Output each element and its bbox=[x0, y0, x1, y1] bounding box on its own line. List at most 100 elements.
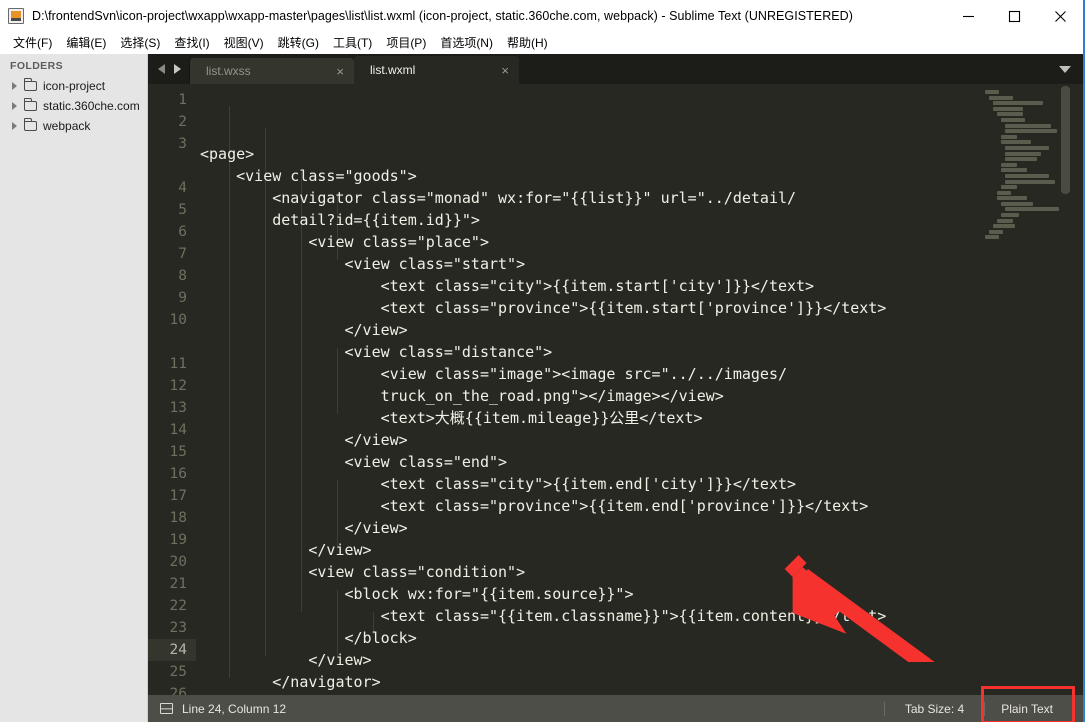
syntax-button[interactable]: Plain Text bbox=[981, 686, 1075, 722]
tab-size-button[interactable]: Tab Size: 4 bbox=[885, 695, 984, 722]
code-line-text: </view> bbox=[200, 431, 408, 449]
close-icon[interactable]: × bbox=[322, 65, 344, 78]
code-line-text: <text>大概{{item.mileage}}公里</text> bbox=[200, 409, 703, 427]
sidebar-heading: FOLDERS bbox=[10, 60, 63, 72]
menu-item-file[interactable]: 文件(F) bbox=[6, 35, 59, 51]
code-line[interactable]: </navigator> bbox=[200, 671, 1083, 693]
code-line[interactable]: <view class="distance"> bbox=[200, 341, 1083, 363]
line-number: 3 bbox=[178, 136, 187, 152]
code-line[interactable]: <view class="place"> bbox=[200, 231, 1083, 253]
tab-list-wxss[interactable]: list.wxss × bbox=[189, 58, 354, 84]
code-line[interactable]: <block wx:for="{{item.source}}"> bbox=[200, 583, 1083, 605]
code-content[interactable]: <page> <view class="goods"> <navigator c… bbox=[196, 84, 1083, 695]
tab-label: list.wxss bbox=[206, 64, 251, 78]
code-line[interactable]: <text>大概{{item.mileage}}公里</text> bbox=[200, 407, 1083, 429]
folder-label: icon-project bbox=[43, 79, 106, 93]
code-line-text: <text class="{{item.classname}}">{{item.… bbox=[200, 607, 887, 625]
line-number: 17 bbox=[169, 488, 187, 504]
code-line[interactable]: <text class="city">{{item.end['city']}}<… bbox=[200, 473, 1083, 495]
code-line[interactable]: <view class="end"> bbox=[200, 451, 1083, 473]
code-line[interactable]: </view> bbox=[200, 429, 1083, 451]
sidebar-item-static-360che[interactable]: static.360che.com bbox=[0, 96, 147, 116]
menu-item-help[interactable]: 帮助(H) bbox=[500, 35, 555, 51]
editor-pane: list.wxss × list.wxml × 123 4 5 6 7 8 9 10 11 1… bbox=[148, 54, 1083, 722]
menu-item-selection[interactable]: 选择(S) bbox=[113, 35, 167, 51]
line-number: 2 bbox=[178, 114, 187, 130]
code-line[interactable]: <view class="condition"> bbox=[200, 561, 1083, 583]
folder-icon bbox=[23, 97, 37, 111]
code-line[interactable]: </view> bbox=[200, 319, 1083, 341]
code-line[interactable]: <text class="province">{{item.end['provi… bbox=[200, 495, 1083, 517]
folder-icon bbox=[23, 77, 37, 91]
code-line-text: </navigator> bbox=[200, 673, 381, 691]
code-line[interactable]: <view class="image"><image src="../../im… bbox=[200, 363, 1083, 385]
line-number: 9 bbox=[178, 290, 187, 306]
close-icon[interactable] bbox=[1037, 0, 1083, 32]
code-line[interactable]: </block> bbox=[200, 627, 1083, 649]
code-line-text: </view> bbox=[200, 519, 408, 537]
code-line[interactable]: truck_on_the_road.png"></image></view> bbox=[200, 385, 1083, 407]
line-number: 16 bbox=[169, 466, 187, 482]
code-line[interactable]: <text class="province">{{item.start['pro… bbox=[200, 297, 1083, 319]
status-left: Line 24, Column 12 bbox=[148, 702, 286, 716]
menu-item-find[interactable]: 查找(I) bbox=[167, 35, 216, 51]
code-line-text: <view class="distance"> bbox=[200, 343, 553, 361]
code-line-text: </view> bbox=[200, 651, 372, 669]
folder-label: static.360che.com bbox=[43, 99, 140, 113]
cursor-position[interactable]: Line 24, Column 12 bbox=[182, 702, 286, 716]
line-number: 20 bbox=[169, 554, 187, 570]
status-bar: Line 24, Column 12 Tab Size: 4 Plain Tex… bbox=[148, 686, 1083, 722]
line-number: 26 bbox=[169, 686, 187, 695]
code-line-text: <text class="city">{{item.end['city']}}<… bbox=[200, 475, 797, 493]
code-line[interactable]: </view> bbox=[200, 539, 1083, 561]
code-line-text: <view class="condition"> bbox=[200, 563, 526, 581]
line-number: 15 bbox=[169, 444, 187, 460]
code-line[interactable]: <view class="start"> bbox=[200, 253, 1083, 275]
menu-item-project[interactable]: 项目(P) bbox=[379, 35, 433, 51]
line-number: 8 bbox=[178, 268, 187, 284]
line-number: 19 bbox=[169, 532, 187, 548]
title-bar: D:\frontendSvn\icon-project\wxapp\wxapp-… bbox=[0, 0, 1083, 32]
code-line[interactable]: <page> bbox=[200, 143, 1083, 165]
sidebar-item-webpack[interactable]: webpack bbox=[0, 116, 147, 136]
tab-bar: list.wxss × list.wxml × bbox=[148, 54, 1083, 84]
tab-prev-icon[interactable] bbox=[158, 64, 165, 74]
code-line[interactable]: </view> bbox=[200, 517, 1083, 539]
code-line[interactable]: </view> bbox=[200, 649, 1083, 671]
code-line-text: <page> bbox=[200, 145, 255, 163]
sidebar-item-icon-project[interactable]: icon-project bbox=[0, 76, 147, 96]
code-line[interactable]: <text class="city">{{item.start['city']}… bbox=[200, 275, 1083, 297]
code-line[interactable]: <view class="goods"> bbox=[200, 165, 1083, 187]
code-line-text: truck_on_the_road.png"></image></view> bbox=[200, 387, 724, 405]
code-line-text: <block wx:for="{{item.source}}"> bbox=[200, 585, 634, 603]
line-number: 23 bbox=[169, 620, 187, 636]
line-number: 14 bbox=[169, 422, 187, 438]
line-number-gutter: 123 4 5 6 7 8 9 10 11 12 13 14 15 16 17 18 19 20 21 22 23 2… bbox=[148, 84, 196, 695]
chevron-down-icon[interactable] bbox=[1059, 65, 1071, 73]
code-line[interactable]: <text class="{{item.classname}}">{{item.… bbox=[200, 605, 1083, 627]
code-editor[interactable]: 123 4 5 6 7 8 9 10 11 12 13 14 15 16 17 18 19 20 21 22 23 2… bbox=[148, 84, 1083, 695]
window-controls bbox=[945, 0, 1083, 32]
tab-nav-arrows bbox=[148, 54, 189, 84]
menu-item-edit[interactable]: 编辑(E) bbox=[59, 35, 113, 51]
window-title: D:\frontendSvn\icon-project\wxapp\wxapp-… bbox=[32, 9, 853, 23]
menu-item-view[interactable]: 视图(V) bbox=[217, 35, 271, 51]
tab-list-wxml[interactable]: list.wxml × bbox=[354, 56, 519, 84]
menu-item-tools[interactable]: 工具(T) bbox=[326, 35, 379, 51]
document-icon bbox=[160, 703, 173, 714]
menu-item-preferences[interactable]: 首选项(N) bbox=[433, 35, 500, 51]
code-line-text: <text class="province">{{item.start['pro… bbox=[200, 299, 887, 317]
tab-next-icon[interactable] bbox=[174, 64, 181, 74]
menu-item-goto[interactable]: 跳转(G) bbox=[271, 35, 326, 51]
close-icon[interactable]: × bbox=[487, 64, 509, 77]
code-line[interactable]: <navigator class="monad" wx:for="{{list}… bbox=[200, 187, 1083, 209]
menu-bar: 文件(F) 编辑(E) 选择(S) 查找(I) 视图(V) 跳转(G) 工具(T… bbox=[0, 32, 1083, 54]
line-number: 13 bbox=[169, 400, 187, 416]
line-number: 5 bbox=[178, 202, 187, 218]
line-number: 18 bbox=[169, 510, 187, 526]
folder-icon bbox=[23, 117, 37, 131]
maximize-icon[interactable] bbox=[991, 0, 1037, 32]
minimize-icon[interactable] bbox=[945, 0, 991, 32]
code-line[interactable]: detail?id={{item.id}}"> bbox=[200, 209, 1083, 231]
line-number: 7 bbox=[178, 246, 187, 262]
